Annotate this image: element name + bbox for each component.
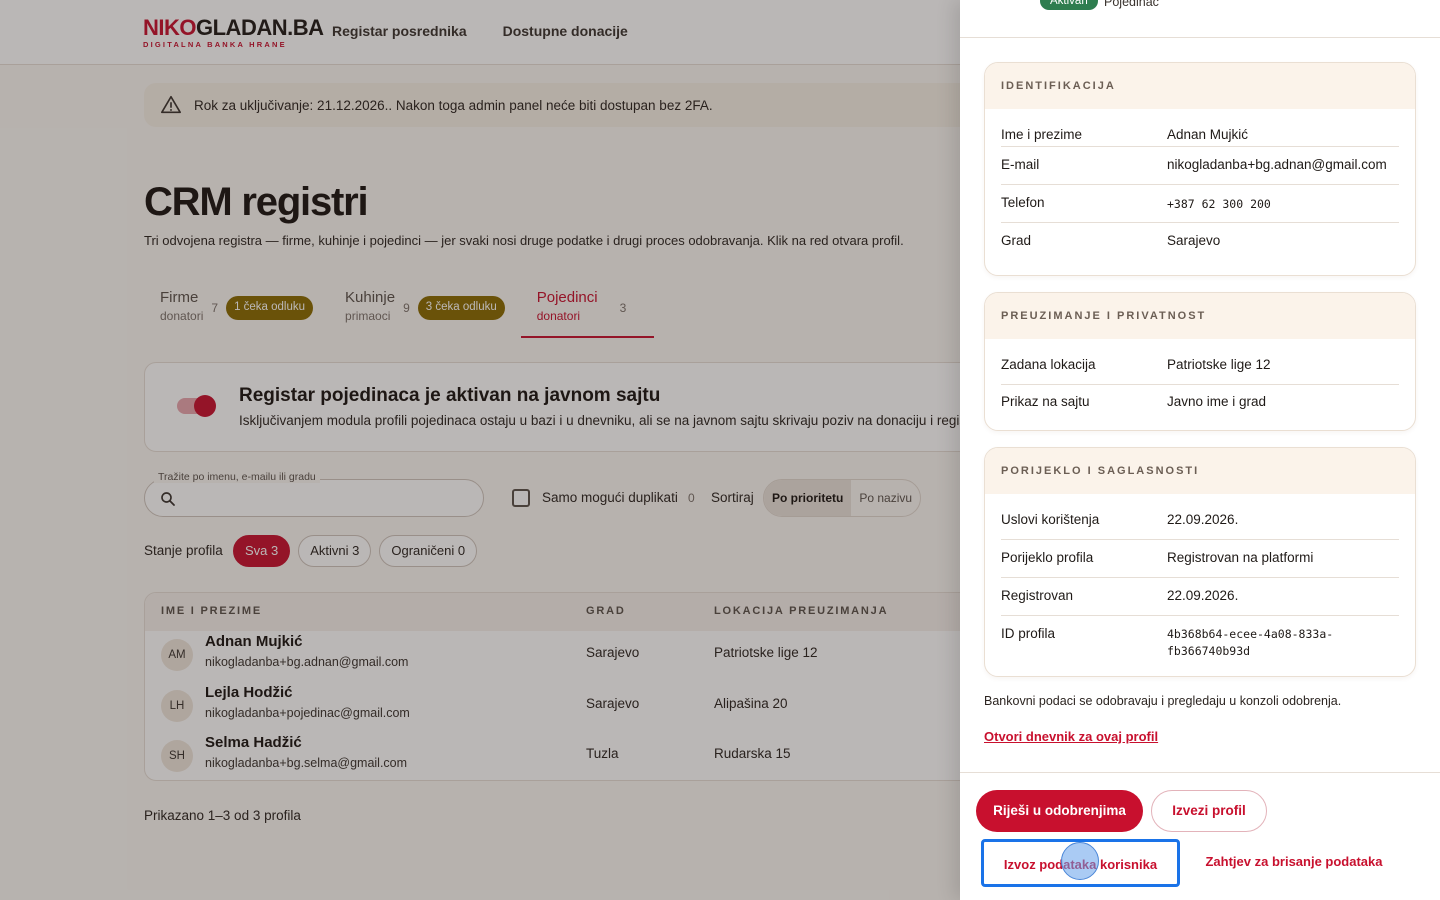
profile-id-part-2: fb366740b93d bbox=[1167, 644, 1251, 658]
field-value: +387 62 300 200 bbox=[1167, 197, 1271, 211]
field-row: Grad Sarajevo bbox=[1001, 223, 1399, 261]
field-value: Patriotske lige 12 bbox=[1167, 357, 1271, 372]
profile-id-value: 4b368b64-ecee-4a08-833a-fb366740b93d bbox=[1167, 626, 1333, 660]
field-value: 22.09.2026. bbox=[1167, 512, 1239, 527]
section-title: PREUZIMANJE I PRIVATNOST bbox=[985, 293, 1415, 339]
field-row: Ime i prezime Adnan Mujkić bbox=[1001, 109, 1399, 147]
field-label: Grad bbox=[1001, 233, 1032, 248]
open-log-link[interactable]: Otvori dnevnik za ovaj profil bbox=[984, 729, 1158, 744]
field-label: E-mail bbox=[1001, 157, 1040, 172]
section-title: IDENTIFIKACIJA bbox=[985, 63, 1415, 109]
field-label: Prikaz na sajtu bbox=[1001, 394, 1090, 409]
field-label: ID profila bbox=[1001, 626, 1056, 641]
pointer-cursor bbox=[1061, 842, 1099, 880]
status-badge: Aktivan bbox=[1040, 0, 1098, 10]
field-value: 22.09.2026. bbox=[1167, 588, 1239, 603]
field-row: ID profila 4b368b64-ecee-4a08-833a-fb3667… bbox=[1001, 616, 1399, 676]
field-value: Sarajevo bbox=[1167, 233, 1221, 248]
section-pickup-privacy: PREUZIMANJE I PRIVATNOST Zadana lokacija… bbox=[984, 292, 1416, 431]
data-deletion-request-button[interactable]: Zahtjev za brisanje podataka bbox=[1192, 839, 1396, 887]
profile-drawer: Aktivan Pojedinac IDENTIFIKACIJA Ime i p… bbox=[960, 0, 1440, 900]
field-label: Telefon bbox=[1001, 195, 1045, 210]
field-row: E-mail nikogladanba+bg.adnan@gmail.com bbox=[1001, 147, 1399, 185]
resolve-in-approvals-button[interactable]: Riješi u odobrenjima bbox=[976, 790, 1143, 832]
modal-scrim[interactable] bbox=[0, 0, 960, 900]
section-origin-consents: PORIJEKLO I SAGLASNOSTI Uslovi korištenj… bbox=[984, 447, 1416, 677]
field-row: Zadana lokacija Patriotske lige 12 bbox=[1001, 339, 1399, 385]
field-label: Porijeklo profila bbox=[1001, 550, 1094, 565]
field-label: Uslovi korištenja bbox=[1001, 512, 1100, 527]
field-value: Javno ime i grad bbox=[1167, 394, 1267, 409]
field-row: Uslovi korištenja 22.09.2026. bbox=[1001, 494, 1399, 540]
field-label: Zadana lokacija bbox=[1001, 357, 1096, 372]
bank-info-note: Bankovni podaci se odobravaju i pregleda… bbox=[984, 694, 1342, 708]
section-title: PORIJEKLO I SAGLASNOSTI bbox=[985, 448, 1415, 494]
section-identification: IDENTIFIKACIJA Ime i prezime Adnan Mujkić… bbox=[984, 62, 1416, 276]
field-value: Registrovan na platformi bbox=[1167, 550, 1314, 565]
field-row: Registrovan 22.09.2026. bbox=[1001, 578, 1399, 616]
drawer-actions: Riješi u odobrenjima Izvezi profil Izvoz… bbox=[960, 772, 1440, 900]
field-value: nikogladanba+bg.adnan@gmail.com bbox=[1167, 157, 1387, 172]
drawer-header: Aktivan Pojedinac bbox=[960, 0, 1440, 38]
profile-type: Pojedinac bbox=[1104, 0, 1159, 9]
field-label: Ime i prezime bbox=[1001, 127, 1083, 142]
field-row: Telefon +387 62 300 200 bbox=[1001, 185, 1399, 223]
export-profile-button[interactable]: Izvezi profil bbox=[1151, 790, 1267, 832]
field-label: Registrovan bbox=[1001, 588, 1074, 603]
field-row: Prikaz na sajtu Javno ime i grad bbox=[1001, 385, 1399, 425]
field-value: Adnan Mujkić bbox=[1167, 127, 1249, 142]
profile-id-part-1: 4b368b64-ecee-4a08-833a- bbox=[1167, 627, 1334, 641]
field-row: Porijeklo profila Registrovan na platform… bbox=[1001, 540, 1399, 578]
